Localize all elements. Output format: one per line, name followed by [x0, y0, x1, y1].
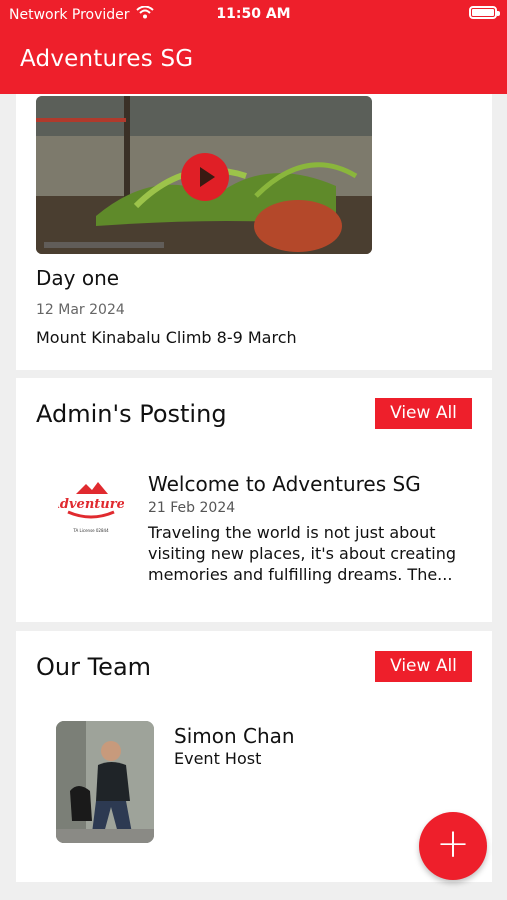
post-date: 12 Mar 2024: [36, 302, 125, 318]
admin-post-title[interactable]: Welcome to Adventures SG: [148, 472, 421, 496]
view-all-button[interactable]: View All: [375, 651, 472, 682]
status-bar: Network Provider 11:50 AM: [0, 0, 507, 28]
admin-post-excerpt: Traveling the world is not just about vi…: [148, 523, 456, 584]
svg-text:Adventures: Adventures: [58, 497, 124, 512]
add-button[interactable]: +: [419, 812, 487, 880]
team-member-name[interactable]: Simon Chan: [174, 724, 295, 748]
team-member-photo[interactable]: [56, 721, 154, 843]
admin-posting-card: Admin's Posting View All Adventures TA L…: [16, 378, 492, 622]
post-title: Day one: [36, 266, 120, 290]
featured-post-card[interactable]: Day one 12 Mar 2024 Mount Kinabalu Climb…: [16, 94, 492, 370]
adventures-logo[interactable]: Adventures TA License 02844: [48, 480, 133, 536]
view-all-button[interactable]: View All: [375, 398, 472, 429]
section-title: Our Team: [36, 653, 152, 681]
team-member-role: Event Host: [174, 749, 262, 768]
video-thumbnail[interactable]: [36, 96, 372, 254]
admin-post-date: 21 Feb 2024: [148, 500, 236, 516]
svg-text:TA License 02844: TA License 02844: [72, 528, 109, 533]
status-time: 11:50 AM: [216, 6, 291, 22]
app-header: Network Provider 11:50 AM Adventures SG: [0, 0, 507, 94]
status-right: [469, 6, 500, 19]
section-title: Admin's Posting: [36, 400, 227, 428]
app-title: Adventures SG: [20, 46, 194, 72]
post-description: Mount Kinabalu Climb 8-9 March: [36, 328, 297, 347]
battery-icon: [469, 6, 500, 19]
play-button[interactable]: [181, 153, 229, 201]
